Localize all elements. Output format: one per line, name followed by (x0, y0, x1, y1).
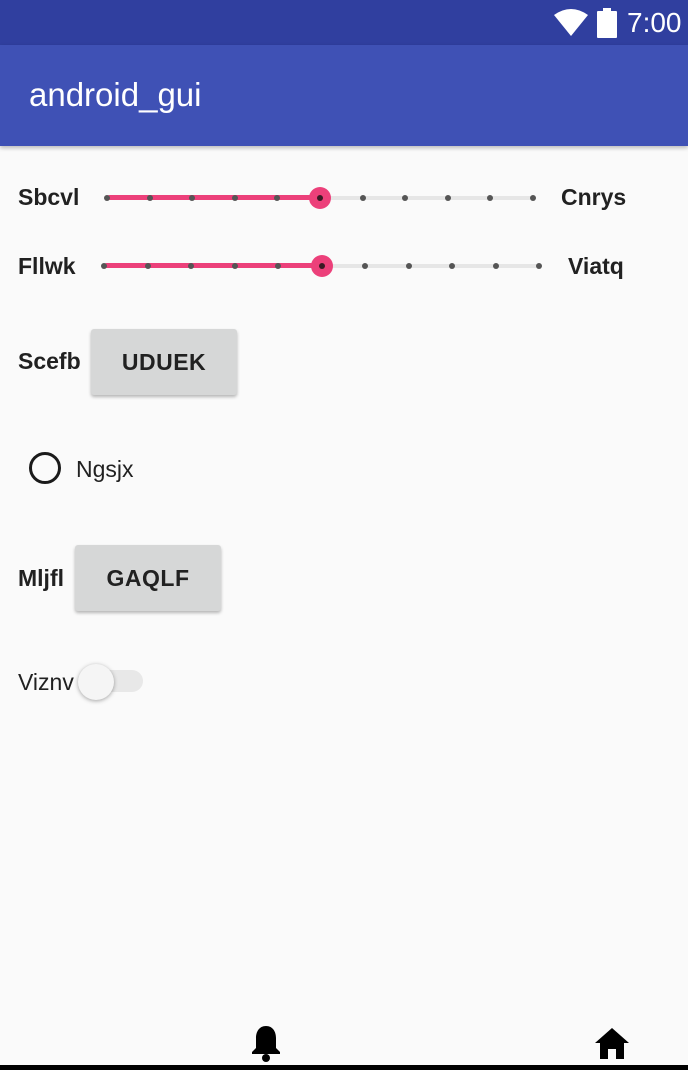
status-bar: 7:00 (0, 0, 688, 45)
switch-thumb[interactable] (78, 664, 114, 700)
radio-button[interactable] (29, 452, 61, 484)
seekbar-tick (362, 263, 368, 269)
seekbar-2-right-label: Viatq (568, 253, 624, 279)
seekbar-1[interactable] (104, 183, 536, 213)
seekbar-tick (144, 263, 151, 269)
seekbar-tick (536, 263, 542, 269)
wifi-icon (554, 9, 588, 36)
radio-label[interactable]: Ngsjx (76, 455, 134, 483)
seekbar-tick (405, 263, 412, 269)
seekbar-tick (275, 263, 281, 269)
seekbar-tick (402, 195, 409, 201)
gaqlf-button[interactable]: GAQLF (75, 545, 221, 611)
seekbar-tick (189, 195, 196, 201)
seekbar-thumb[interactable] (309, 187, 331, 209)
seekbar-2-left-label: Fllwk (18, 253, 76, 279)
seekbar-fill (104, 263, 322, 268)
switch-label: Viznv (18, 669, 74, 695)
seekbar-tick (146, 195, 153, 201)
seekbar-tick (530, 195, 536, 201)
status-time: 7:00 (627, 7, 682, 38)
seekbar-thumb[interactable] (310, 255, 333, 277)
seekbar-tick (188, 263, 194, 269)
seekbar-tick (101, 263, 107, 269)
battery-icon (597, 8, 617, 38)
seekbar-1-right-label: Cnrys (561, 184, 627, 210)
seekbar-tick (231, 195, 238, 201)
button-row-2-label: Mljfl (18, 565, 64, 591)
app-title: android_gui (29, 76, 202, 113)
seekbar-2[interactable] (101, 251, 542, 281)
seekbar-tick (274, 195, 281, 201)
button-row-1-label: Scefb (18, 348, 81, 374)
navigation-bar (0, 1065, 688, 1070)
seekbar-tick (444, 195, 451, 201)
seekbar-tick (104, 195, 110, 201)
seekbar-tick (231, 263, 238, 269)
seekbar-tick (492, 263, 499, 269)
seekbar-tick (359, 195, 366, 201)
seekbar-1-left-label: Sbcvl (18, 184, 80, 210)
seekbar-tick (449, 263, 455, 269)
seekbar-fill (107, 195, 320, 200)
seekbar-tick (487, 195, 494, 201)
bell-icon[interactable] (249, 1024, 283, 1062)
home-icon[interactable] (593, 1026, 631, 1060)
app-bar: android_gui (0, 45, 688, 146)
uduek-button[interactable]: UDUEK (91, 329, 237, 395)
